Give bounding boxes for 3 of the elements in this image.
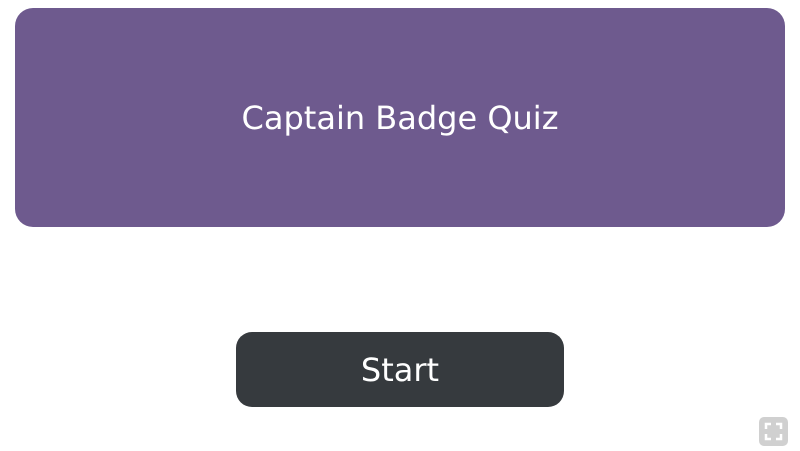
fullscreen-icon[interactable] — [759, 417, 788, 446]
quiz-title: Captain Badge Quiz — [242, 98, 558, 138]
start-button[interactable]: Start — [236, 332, 564, 407]
